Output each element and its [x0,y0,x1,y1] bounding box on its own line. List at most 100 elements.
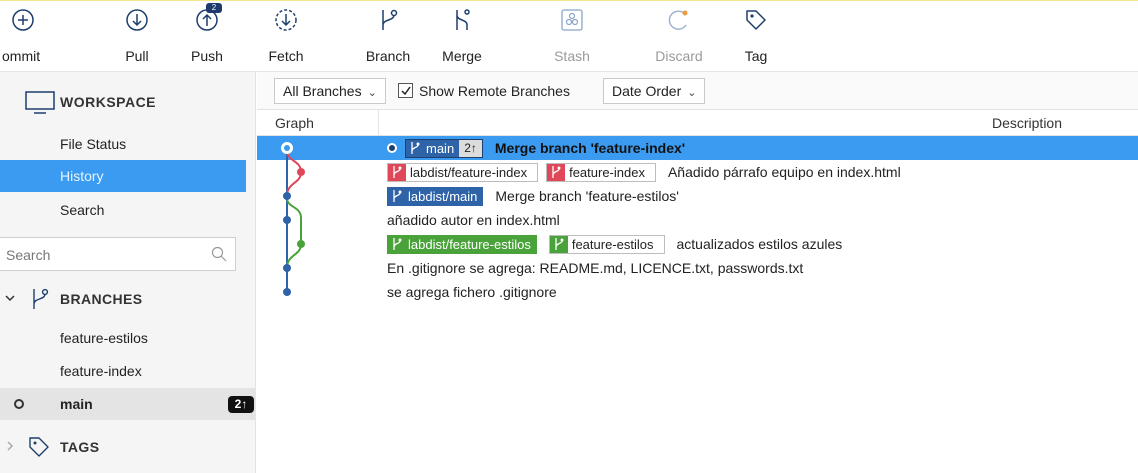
toolbar: ommit Pull 2 Push Fetch Branch Merge Sta… [0,0,1138,72]
commit-message: actualizados estilos azules [676,236,843,252]
ref-name: main [426,140,455,156]
branches-dropdown[interactable]: All Branches ⌄ [274,78,386,104]
branch-icon [547,163,566,181]
commit-message: Merge branch 'feature-estilos' [495,188,679,204]
branch-icon [388,163,406,181]
discard-label: Discard [655,48,703,64]
tags-header[interactable]: TAGS [0,430,256,464]
ref-ahead: 2↑ [459,139,482,157]
commit-button[interactable]: ommit [0,1,60,73]
commit-node[interactable] [297,240,305,248]
commit-row[interactable]: labdist/main Merge branch 'feature-estil… [257,184,1138,208]
ref-name: feature-estilos [571,236,654,252]
current-branch-icon [14,399,24,409]
branch-icon [549,235,568,253]
branch-icon [406,140,424,157]
branch-icon [388,236,406,253]
commit-node[interactable] [283,192,291,200]
commit-node-inner [284,145,290,151]
stash-label: Stash [554,48,590,64]
ref-tag-feature-estilos[interactable]: feature-estilos [548,234,665,254]
filter-bar: All Branches ⌄ Show Remote Branches Date … [257,72,1138,110]
push-label: Push [191,48,223,64]
ref-name: labdist/main [408,188,478,204]
stash-button[interactable]: Stash [544,1,600,73]
commit-label: ommit [2,48,41,64]
sidebar-item-history[interactable]: History [0,160,246,192]
commit-message: Merge branch 'feature-index' [494,140,686,156]
branches-header[interactable]: BRANCHES [0,282,256,316]
commit-row-content: se agrega fichero .gitignore [387,280,557,304]
commit-node[interactable] [283,288,291,296]
commit-node[interactable] [283,216,291,224]
description-column-header[interactable]: Description [992,115,1062,131]
ahead-badge: 2↑ [228,396,254,413]
commit-row[interactable]: añadido autor en index.html [257,208,1138,232]
commit-node[interactable] [297,168,305,176]
commit-message: añadido autor en index.html [387,212,560,228]
ref-tag-labdist-main[interactable]: labdist/main [387,186,484,206]
tag-button[interactable]: Tag [734,1,778,73]
commit-row-content: labdist/feature-estilos feature-estilos … [387,232,842,256]
commit-row-content: labdist/main Merge branch 'feature-estil… [387,184,679,208]
commit-node[interactable] [283,264,291,272]
show-remote-label: Show Remote Branches [419,83,570,99]
search-input[interactable] [6,245,196,265]
merge-icon [456,9,470,30]
arrow-down-circle-icon [126,9,148,31]
sidebar-item-search[interactable]: Search [0,194,246,226]
plus-circle-icon [12,9,34,31]
ref-name: labdist/feature-estilos [408,236,531,252]
chevron-right-icon [7,441,14,451]
branch-icon [388,188,406,205]
ref-tag-labdist-feature-index[interactable]: labdist/feature-index [387,162,539,182]
branches-dropdown-value: All Branches [283,83,362,99]
fetch-icon [275,9,297,31]
ref-name: labdist/feature-index [410,164,528,180]
commit-row[interactable]: labdist/feature-index feature-index Añad… [257,160,1138,184]
commit-row[interactable]: se agrega fichero .gitignore [257,280,1138,304]
commit-graph [281,142,305,296]
graph-column-header[interactable]: Graph [275,115,314,131]
show-remote-checkbox[interactable] [398,83,413,98]
search-icon [211,246,227,262]
commit-row[interactable]: En .gitignore se agrega: README.md, LICE… [257,256,1138,280]
chevron-down-icon: ⌄ [687,87,697,99]
fetch-label: Fetch [268,48,304,64]
workspace-header[interactable]: WORKSPACE [0,84,256,120]
commit-row[interactable]: main 2↑ Merge branch 'feature-index' [257,136,1138,160]
branch-item-feature-index[interactable]: feature-index [0,355,256,387]
estilos-lane-line [286,197,302,269]
branch-icon [33,288,49,309]
order-dropdown[interactable]: Date Order ⌄ [603,78,706,104]
checkmark-icon [401,86,411,96]
branch-item-main[interactable]: main 2↑ [0,388,256,420]
commit-message: Añadido párrafo equipo en index.html [667,164,901,180]
discard-button[interactable]: Discard [648,1,710,73]
commit-row[interactable]: labdist/feature-estilos feature-estilos … [257,232,1138,256]
monitor-icon [25,91,55,114]
pull-button[interactable]: Pull [112,1,162,73]
commit-list: main 2↑ Merge branch 'feature-index' lab… [257,136,1138,336]
discard-icon [668,10,688,30]
column-separator[interactable] [378,110,379,136]
fetch-button[interactable]: Fetch [258,1,314,73]
history-panel: All Branches ⌄ Show Remote Branches Date … [257,72,1138,473]
branch-label: Branch [365,48,411,64]
ref-tag-feature-index[interactable]: feature-index [546,162,656,182]
branch-item-feature-estilos[interactable]: feature-estilos [0,322,256,354]
commit-message: En .gitignore se agrega: README.md, LICE… [387,260,804,276]
tags-title: TAGS [60,439,100,455]
branch-icon [382,9,398,30]
ref-tag-main[interactable]: main 2↑ [405,138,483,158]
order-dropdown-value: Date Order [612,83,682,99]
sidebar-item-file-status[interactable]: File Status [0,128,246,160]
chevron-down-icon [5,295,15,302]
ref-tag-labdist-feature-estilos[interactable]: labdist/feature-estilos [387,234,537,254]
merge-button[interactable]: Merge [434,1,490,73]
stash-icon [561,9,583,31]
chevron-down-icon: ⌄ [367,87,377,99]
commit-row-content: main 2↑ Merge branch 'feature-index' [387,136,685,160]
branch-button[interactable]: Branch [360,1,416,73]
push-button[interactable]: 2 Push [182,1,232,73]
